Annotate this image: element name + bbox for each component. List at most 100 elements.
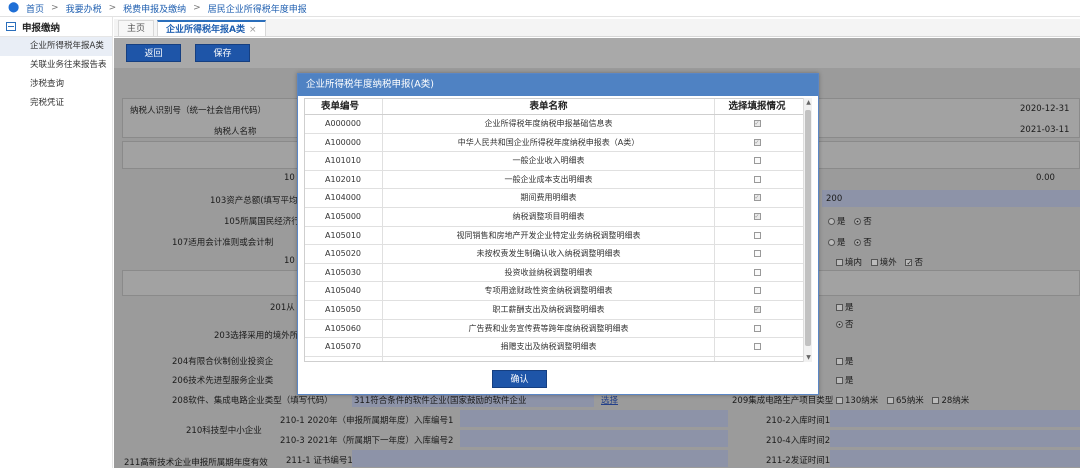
header-code: 表单编号 [305,99,383,114]
table-row: A102010 一般企业成本支出明细表 [305,170,809,190]
select-checkbox[interactable] [753,157,761,165]
select-checkbox[interactable] [753,324,761,332]
sidebar-header[interactable]: 申报缴纳 [0,17,112,37]
breadcrumb-separator: > [51,3,59,13]
sidebar-item-annual-a[interactable]: 企业所得税年报A类 [0,37,112,56]
back-button[interactable]: 返回 [126,44,181,62]
form-name: 纳税调整项目明细表 [383,207,715,226]
select-checkbox[interactable] [753,343,761,351]
form-select-cell [715,152,799,170]
table-row: A105010 视同销售和房地产开发企业特定业务纳税调整明细表 [305,226,809,246]
tab-home[interactable]: 主页 [118,20,155,36]
select-checkbox[interactable] [753,194,761,202]
select-checkbox[interactable] [753,268,761,276]
scroll-down-icon[interactable]: ▼ [804,353,813,362]
form-select-cell [715,227,799,245]
select-checkbox[interactable] [753,175,761,183]
select-link[interactable]: 选择 [601,394,618,406]
row-203-radio-no[interactable] [836,321,843,328]
row-206-checkbox[interactable] [836,377,843,384]
tab-annual-a[interactable]: 企业所得税年报A类 × [157,20,266,36]
radio-no[interactable] [854,239,862,246]
breadcrumb-declare[interactable]: 税费申报及缴纳 [123,2,186,15]
row-210-1-input[interactable] [460,410,728,427]
row-210-2-label: 210-2入库时间1 [766,416,831,426]
select-checkbox[interactable] [753,212,761,220]
menu-icon [6,22,16,31]
close-icon[interactable]: × [249,25,257,35]
row-201-yes: 是 [845,303,854,313]
confirm-button[interactable]: 确认 [492,370,547,388]
row-201-checkbox[interactable] [836,304,843,311]
row-210-4-input[interactable] [830,430,1080,447]
form-select-cell [715,320,799,338]
radio-no[interactable] [854,218,862,225]
amount-zero: 0.00 [1036,173,1055,183]
nm130-checkbox[interactable] [836,397,843,404]
row-103-input[interactable] [822,190,1080,207]
scroll-up-icon[interactable]: ▲ [804,98,813,107]
sidebar-title: 申报缴纳 [22,22,61,34]
nm28-label: 28纳米 [941,396,970,406]
select-checkbox[interactable] [753,305,761,313]
domestic-checkbox[interactable] [836,259,843,266]
form-code: A105030 [305,263,383,282]
row-103-label: 103资产总额(填写平均值 [210,196,307,206]
radio-no-label: 否 [863,238,872,248]
save-button[interactable]: 保存 [195,44,250,62]
sidebar-item-related-report[interactable]: 关联业务往来报告表 [0,56,112,75]
radio-yes-label: 是 [837,238,846,248]
form-name: 期间费用明细表 [383,189,715,207]
select-checkbox[interactable] [753,287,761,295]
form-name: 中华人民共和国企业所得税年度纳税申报表（A类） [383,133,715,152]
row-210-3-label: 210-3 2021年（所属期下一年度）入库编号2 [280,436,454,446]
scrollbar[interactable]: ▲ ▼ [803,98,812,362]
row-204-check: 是 [830,355,854,367]
row-211-1-input[interactable] [352,450,728,467]
select-checkbox[interactable] [753,120,761,127]
domestic-label: 境内 [845,258,863,268]
form-code: A105000 [305,207,383,226]
table-row: A105050 职工薪酬支出及纳税调整明细表 [305,300,809,320]
table-row: A104000 期间费用明细表 [305,189,809,208]
table-row: A105030 投资收益纳税调整明细表 [305,263,809,283]
overseas-checkbox[interactable] [870,259,878,266]
nm28-checkbox[interactable] [932,397,940,404]
row-210-label: 210科技型中小企业 [186,426,262,436]
form-select-cell [715,301,799,319]
breadcrumb-separator: > [193,3,201,13]
row-204-checkbox[interactable] [836,358,843,365]
nm65-checkbox[interactable] [886,397,894,404]
select-checkbox[interactable] [753,231,761,239]
select-checkbox[interactable] [753,138,761,146]
scroll-thumb[interactable] [805,110,811,346]
row-210-4-label: 210-4入库时间2 [766,436,831,446]
sidebar-item-tax-certificate[interactable]: 完税凭证 [0,94,112,113]
breadcrumb-tax[interactable]: 我要办税 [66,2,102,15]
radio-yes[interactable] [828,239,835,246]
row-206-check: 是 [830,374,854,386]
form-select-cell [715,208,799,226]
nm130-label: 130纳米 [845,396,879,406]
sidebar-item-tax-query[interactable]: 涉税查询 [0,75,112,94]
row-211-2-label: 211-2发证时间1 [766,456,831,466]
form-name: 一般企业成本支出明细表 [383,170,715,189]
select-checkbox[interactable] [753,250,761,258]
form-code: A101010 [305,152,383,170]
radio-yes-label: 是 [837,217,846,227]
row-103-value: 200 [826,194,843,204]
none-label: 否 [914,258,923,268]
none-checkbox[interactable] [905,259,913,266]
form-name: 捐赠支出及纳税调整明细表 [383,338,715,356]
row-210-3-input[interactable] [460,430,728,447]
row-204-label: 204有限合伙制创业投资企 [172,357,274,367]
form-selection-dialog: 企业所得税年度纳税申报(A类) 表单编号 表单名称 选择填报情况 A000000… [297,73,819,395]
table-header: 表单编号 表单名称 选择填报情况 [305,99,809,115]
row-107-radios: 是 否 [822,236,872,248]
breadcrumb-home[interactable]: 首页 [26,2,44,15]
radio-yes[interactable] [828,218,835,225]
breadcrumb-current[interactable]: 居民企业所得税年度申报 [208,2,307,15]
row-211-2-input[interactable] [830,450,1080,467]
taxpayer-name-label: 纳税人名称 [214,127,257,137]
row-210-2-input[interactable] [830,410,1080,427]
